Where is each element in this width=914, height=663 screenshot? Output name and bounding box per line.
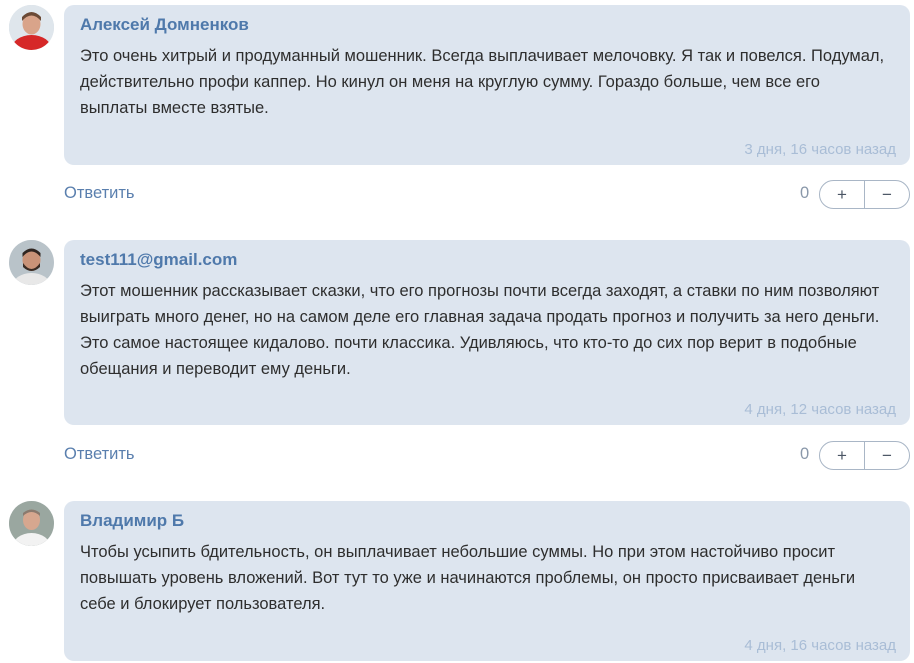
vote-controls: + − <box>819 441 910 470</box>
vote-controls: + − <box>819 180 910 209</box>
downvote-button[interactable]: − <box>864 181 909 208</box>
comment-text: Чтобы усыпить бдительность, он выплачива… <box>80 543 856 613</box>
comment-text: Это очень хитрый и продуманный мошенник.… <box>80 47 885 117</box>
comment-actions: Ответить 0 + − <box>0 180 914 212</box>
vote-count: 0 <box>800 184 810 202</box>
reply-button[interactable]: Ответить <box>64 184 135 203</box>
avatar-image <box>9 5 54 50</box>
upvote-button[interactable]: + <box>820 181 864 208</box>
comment-timestamp[interactable]: 4 дня, 12 часов назад <box>744 401 896 418</box>
reply-button[interactable]: Ответить <box>64 445 135 464</box>
avatar[interactable] <box>9 5 54 50</box>
comment-bubble: Алексей Домненков Это очень хитрый и про… <box>64 5 910 165</box>
comment-bubble: Владимир Б Чтобы усыпить бдительность, о… <box>64 501 910 661</box>
comment-author[interactable]: test111@gmail.com <box>80 250 237 270</box>
avatar[interactable] <box>9 240 54 285</box>
comment-bubble: test111@gmail.com Этот мошенник рассказы… <box>64 240 910 425</box>
avatar-image <box>9 501 54 546</box>
comment-text: Этот мошенник рассказывает сказки, что е… <box>80 282 880 378</box>
comment-timestamp[interactable]: 4 дня, 16 часов назад <box>744 637 896 654</box>
comment-actions: Ответить 0 + − <box>0 441 914 473</box>
comment-timestamp[interactable]: 3 дня, 16 часов назад <box>744 141 896 158</box>
avatar[interactable] <box>9 501 54 546</box>
avatar-image <box>9 240 54 285</box>
comment-author[interactable]: Владимир Б <box>80 511 184 531</box>
vote-count: 0 <box>800 445 810 463</box>
comment-author[interactable]: Алексей Домненков <box>80 15 249 35</box>
upvote-button[interactable]: + <box>820 442 864 469</box>
downvote-button[interactable]: − <box>864 442 909 469</box>
